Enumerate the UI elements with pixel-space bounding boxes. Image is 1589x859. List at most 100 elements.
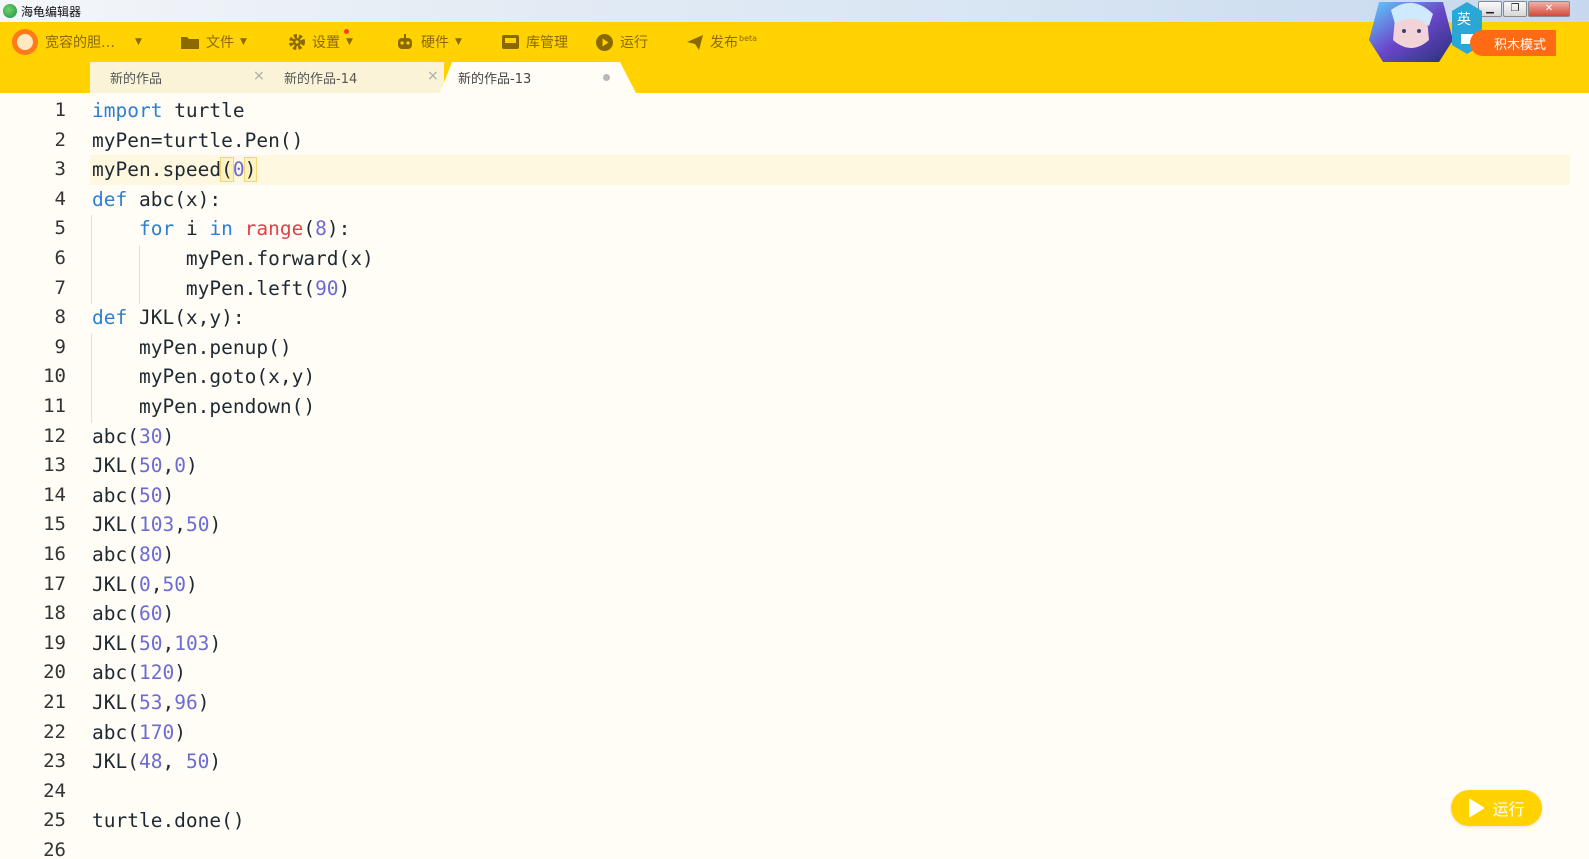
code-token: 60 bbox=[138, 602, 163, 626]
tab-new-work-14[interactable]: 新的作品-14 × bbox=[264, 62, 444, 93]
publish-button[interactable]: 发布 beta bbox=[686, 22, 757, 62]
code-token: range bbox=[244, 217, 304, 241]
code-token: ) bbox=[243, 157, 258, 183]
code-token: ) bbox=[209, 513, 222, 537]
maximize-button[interactable]: ❐ bbox=[1503, 1, 1527, 17]
play-circle-icon bbox=[596, 33, 613, 51]
code-token: , bbox=[162, 750, 186, 774]
chevron-down-icon: ▼ bbox=[346, 37, 353, 47]
folder-icon bbox=[181, 37, 199, 49]
code-line[interactable]: myPen.left(90) bbox=[92, 277, 350, 300]
close-window-button[interactable]: ✕ bbox=[1528, 1, 1570, 17]
library-manager-button[interactable]: 库管理 bbox=[501, 22, 568, 62]
line-number: 4 bbox=[54, 187, 66, 210]
block-mode-button[interactable]: 积木模式 bbox=[1470, 30, 1556, 56]
code-token: JKL( bbox=[92, 513, 139, 537]
hardware-menu-label: 硬件 bbox=[421, 35, 449, 51]
code-line[interactable]: myPen.forward(x) bbox=[92, 247, 374, 270]
code-token: 96 bbox=[174, 691, 198, 714]
code-token: 120 bbox=[138, 661, 175, 685]
code-token: ) bbox=[338, 276, 351, 300]
chevron-down-icon: ▼ bbox=[455, 37, 462, 47]
code-line[interactable]: JKL(0,50) bbox=[92, 573, 198, 596]
user-name: 宽容的胆… bbox=[45, 35, 115, 51]
line-number: 16 bbox=[43, 543, 66, 565]
window-title-bar: 海龟编辑器 ▁ ❐ ✕ bbox=[0, 0, 1589, 22]
code-line[interactable]: myPen.speed(0) bbox=[92, 157, 258, 183]
code-token: 53 bbox=[138, 691, 163, 714]
code-token: JKL( bbox=[92, 750, 139, 774]
settings-menu-label: 设置 bbox=[312, 35, 340, 51]
user-menu[interactable]: 宽容的胆… ▼ bbox=[12, 22, 142, 62]
code-line[interactable]: abc(50) bbox=[92, 484, 174, 507]
close-icon[interactable]: × bbox=[427, 68, 439, 84]
code-line[interactable]: JKL(50,0) bbox=[92, 454, 198, 477]
code-line[interactable]: abc(30) bbox=[92, 425, 174, 448]
line-number: 22 bbox=[43, 720, 66, 743]
tab-new-work-13[interactable]: 新的作品-13 bbox=[452, 62, 622, 93]
code-token: ) bbox=[162, 424, 175, 448]
code-line[interactable]: JKL(50,103) bbox=[92, 632, 221, 655]
run-menu-label: 运行 bbox=[620, 35, 648, 51]
code-line[interactable]: abc(80) bbox=[92, 543, 174, 566]
code-line[interactable]: myPen.pendown() bbox=[92, 395, 315, 418]
code-token: 50 bbox=[185, 513, 210, 537]
code-token: , bbox=[162, 691, 175, 714]
code-token: , bbox=[174, 513, 186, 537]
code-token: myPen.penup() bbox=[92, 335, 292, 359]
tab-label: 新的作品 bbox=[110, 72, 163, 87]
tab-new-work[interactable]: 新的作品 × bbox=[90, 62, 270, 93]
line-number: 14 bbox=[43, 483, 66, 506]
run-button-label: 运行 bbox=[1492, 800, 1525, 819]
code-token: abc( bbox=[92, 661, 139, 685]
code-line[interactable]: myPen=turtle.Pen() bbox=[92, 129, 303, 152]
close-icon[interactable]: × bbox=[253, 68, 265, 84]
run-button[interactable]: 运行 bbox=[1451, 790, 1542, 826]
line-number: 1 bbox=[54, 99, 66, 121]
code-line[interactable]: for i in range(8): bbox=[92, 217, 350, 240]
code-line[interactable]: abc(170) bbox=[92, 721, 186, 744]
code-token: ) bbox=[185, 572, 198, 596]
code-token: 50 bbox=[185, 750, 210, 774]
code-line[interactable]: import turtle bbox=[92, 99, 245, 122]
line-number: 25 bbox=[43, 809, 66, 832]
code-token: ) bbox=[174, 661, 186, 685]
code-token: ) bbox=[209, 631, 222, 655]
code-line[interactable]: JKL(53,96) bbox=[92, 691, 209, 714]
line-number: 18 bbox=[43, 602, 66, 625]
code-token: ) bbox=[209, 750, 222, 774]
line-number: 7 bbox=[54, 276, 66, 299]
code-line[interactable]: JKL(48, 50) bbox=[92, 750, 221, 773]
hardware-menu[interactable]: 硬件 ▼ bbox=[395, 22, 462, 62]
code-token: 0 bbox=[138, 572, 151, 596]
code-token: import bbox=[92, 99, 163, 122]
unsaved-dot-icon[interactable] bbox=[603, 74, 610, 81]
main-toolbar: 宽容的胆… ▼ 文件 ▼ 设置 ▼ 硬件 ▼ 库管理 运行 发布 beta bbox=[0, 22, 1589, 62]
notification-dot bbox=[344, 29, 349, 34]
settings-menu[interactable]: 设置 ▼ bbox=[288, 22, 353, 62]
line-number: 6 bbox=[54, 247, 66, 269]
code-line[interactable]: def abc(x): bbox=[92, 188, 221, 211]
code-token: def bbox=[92, 306, 128, 330]
code-line[interactable]: abc(60) bbox=[92, 602, 174, 625]
code-line[interactable]: abc(120) bbox=[92, 661, 186, 684]
robot-icon bbox=[398, 34, 412, 49]
code-token: 90 bbox=[315, 276, 339, 300]
code-token: myPen.left( bbox=[92, 276, 316, 300]
code-line[interactable]: myPen.penup() bbox=[92, 336, 292, 359]
line-number: 24 bbox=[43, 779, 66, 802]
code-token: abc(x): bbox=[127, 187, 222, 211]
code-line[interactable]: myPen.goto(x,y) bbox=[92, 365, 315, 388]
file-menu[interactable]: 文件 ▼ bbox=[180, 22, 247, 62]
tab-label: 新的作品-13 bbox=[458, 72, 532, 87]
code-token: JKL( bbox=[92, 691, 139, 714]
code-line[interactable]: def JKL(x,y): bbox=[92, 306, 245, 329]
indent-guide bbox=[139, 245, 140, 304]
app-logo-icon bbox=[3, 4, 17, 18]
line-number: 12 bbox=[43, 424, 66, 447]
run-menu-button[interactable]: 运行 bbox=[595, 22, 648, 62]
code-editor[interactable]: 1 2 3 4 5 6 7 8 9 10 11 12 13 14 15 16 17 18 19 20 21 22 23 24 2… bbox=[0, 93, 1589, 859]
code-line[interactable]: turtle.done() bbox=[92, 809, 245, 832]
code-line[interactable]: JKL(103,50) bbox=[92, 513, 221, 536]
